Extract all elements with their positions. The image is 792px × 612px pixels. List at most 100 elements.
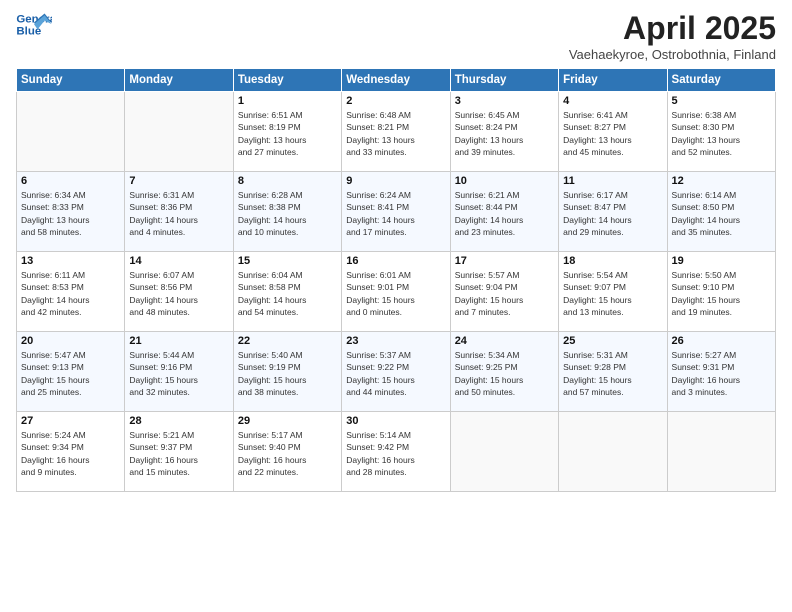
day-info: Sunrise: 5:57 AMSunset: 9:04 PMDaylight:… [455,269,554,318]
calendar-cell: 13 Sunrise: 6:11 AMSunset: 8:53 PMDayligh… [17,252,125,332]
day-info: Sunrise: 6:38 AMSunset: 8:30 PMDaylight:… [672,109,771,158]
day-info: Sunrise: 5:44 AMSunset: 9:16 PMDaylight:… [129,349,228,398]
weekday-header-friday: Friday [559,69,667,92]
day-info: Sunrise: 5:24 AMSunset: 9:34 PMDaylight:… [21,429,120,478]
day-number: 2 [346,95,445,107]
day-info: Sunrise: 6:34 AMSunset: 8:33 PMDaylight:… [21,189,120,238]
day-info: Sunrise: 5:14 AMSunset: 9:42 PMDaylight:… [346,429,445,478]
calendar-cell: 27Sunrise: 5:24 AMSunset: 9:34 PMDayligh… [17,412,125,492]
day-info: Sunrise: 6:45 AMSunset: 8:24 PMDaylight:… [455,109,554,158]
day-number: 3 [455,95,554,107]
calendar-cell: 12 Sunrise: 6:14 AMSunset: 8:50 PMDayligh… [667,172,775,252]
day-info: Sunrise: 6:48 AMSunset: 8:21 PMDaylight:… [346,109,445,158]
day-info: Sunrise: 6:04 AMSunset: 8:58 PMDaylight:… [238,269,337,318]
day-number: 4 [563,95,662,107]
day-number: 12 [672,175,771,187]
day-number: 25 [563,335,662,347]
day-number: 7 [129,175,228,187]
calendar-cell: 3 Sunrise: 6:45 AMSunset: 8:24 PMDaylight… [450,92,558,172]
calendar-cell: 25 Sunrise: 5:31 AMSunset: 9:28 PMDayligh… [559,332,667,412]
day-info: Sunrise: 6:07 AMSunset: 8:56 PMDaylight:… [129,269,228,318]
day-number: 18 [563,255,662,267]
day-info: Sunrise: 6:11 AMSunset: 8:53 PMDaylight:… [21,269,120,318]
day-number: 6 [21,175,120,187]
calendar-cell: 9Sunrise: 6:24 AMSunset: 8:41 PMDaylight… [342,172,450,252]
day-info: Sunrise: 6:21 AMSunset: 8:44 PMDaylight:… [455,189,554,238]
calendar-week-row: 1 Sunrise: 6:51 AMSunset: 8:19 PMDaylight… [17,92,776,172]
day-number: 9 [346,175,445,187]
calendar-header: SundayMondayTuesdayWednesdayThursdayFrid… [17,69,776,92]
calendar-cell: 22 Sunrise: 5:40 AMSunset: 9:19 PMDayligh… [233,332,341,412]
calendar-cell: 24 Sunrise: 5:34 AMSunset: 9:25 PMDayligh… [450,332,558,412]
logo-icon: General Blue [16,10,52,40]
day-info: Sunrise: 5:37 AMSunset: 9:22 PMDaylight:… [346,349,445,398]
calendar-cell: 1 Sunrise: 6:51 AMSunset: 8:19 PMDaylight… [233,92,341,172]
calendar-cell: 7Sunrise: 6:31 AMSunset: 8:36 PMDaylight… [125,172,233,252]
day-number: 1 [238,95,337,107]
calendar-cell: 16 Sunrise: 6:01 AMSunset: 9:01 PMDayligh… [342,252,450,332]
day-number: 28 [129,415,228,427]
day-info: Sunrise: 5:54 AMSunset: 9:07 PMDaylight:… [563,269,662,318]
calendar-week-row: 20 Sunrise: 5:47 AMSunset: 9:13 PMDayligh… [17,332,776,412]
day-number: 5 [672,95,771,107]
calendar-cell: 26 Sunrise: 5:27 AMSunset: 9:31 PMDayligh… [667,332,775,412]
day-info: Sunrise: 5:31 AMSunset: 9:28 PMDaylight:… [563,349,662,398]
day-info: Sunrise: 6:28 AMSunset: 8:38 PMDaylight:… [238,189,337,238]
calendar-cell: 30 Sunrise: 5:14 AMSunset: 9:42 PMDayligh… [342,412,450,492]
calendar-cell: 21 Sunrise: 5:44 AMSunset: 9:16 PMDayligh… [125,332,233,412]
calendar-week-row: 27Sunrise: 5:24 AMSunset: 9:34 PMDayligh… [17,412,776,492]
day-info: Sunrise: 5:40 AMSunset: 9:19 PMDaylight:… [238,349,337,398]
calendar-body: 1 Sunrise: 6:51 AMSunset: 8:19 PMDaylight… [17,92,776,492]
day-number: 26 [672,335,771,347]
day-number: 15 [238,255,337,267]
day-info: Sunrise: 5:50 AMSunset: 9:10 PMDaylight:… [672,269,771,318]
calendar-cell: 19 Sunrise: 5:50 AMSunset: 9:10 PMDayligh… [667,252,775,332]
day-info: Sunrise: 5:47 AMSunset: 9:13 PMDaylight:… [21,349,120,398]
header: General Blue April 2025 Vaehaekyroe, Ost… [16,10,776,62]
day-number: 19 [672,255,771,267]
day-info: Sunrise: 5:34 AMSunset: 9:25 PMDaylight:… [455,349,554,398]
calendar-cell: 2 Sunrise: 6:48 AMSunset: 8:21 PMDaylight… [342,92,450,172]
day-number: 23 [346,335,445,347]
calendar-cell [17,92,125,172]
calendar-cell: 4Sunrise: 6:41 AMSunset: 8:27 PMDaylight… [559,92,667,172]
day-number: 17 [455,255,554,267]
calendar-cell: 29 Sunrise: 5:17 AMSunset: 9:40 PMDayligh… [233,412,341,492]
day-number: 8 [238,175,337,187]
calendar-cell: 14Sunrise: 6:07 AMSunset: 8:56 PMDayligh… [125,252,233,332]
logo: General Blue [16,10,52,40]
weekday-header-tuesday: Tuesday [233,69,341,92]
calendar-cell: 17 Sunrise: 5:57 AMSunset: 9:04 PMDayligh… [450,252,558,332]
day-number: 16 [346,255,445,267]
day-info: Sunrise: 5:27 AMSunset: 9:31 PMDaylight:… [672,349,771,398]
weekday-header-saturday: Saturday [667,69,775,92]
day-info: Sunrise: 5:17 AMSunset: 9:40 PMDaylight:… [238,429,337,478]
page: General Blue April 2025 Vaehaekyroe, Ost… [0,0,792,612]
calendar-cell: 23 Sunrise: 5:37 AMSunset: 9:22 PMDayligh… [342,332,450,412]
calendar-cell: 18 Sunrise: 5:54 AMSunset: 9:07 PMDayligh… [559,252,667,332]
day-info: Sunrise: 6:01 AMSunset: 9:01 PMDaylight:… [346,269,445,318]
calendar-week-row: 13 Sunrise: 6:11 AMSunset: 8:53 PMDayligh… [17,252,776,332]
day-number: 11 [563,175,662,187]
day-number: 22 [238,335,337,347]
day-number: 29 [238,415,337,427]
calendar-cell: 15 Sunrise: 6:04 AMSunset: 8:58 PMDayligh… [233,252,341,332]
weekday-header-sunday: Sunday [17,69,125,92]
calendar-cell: 8 Sunrise: 6:28 AMSunset: 8:38 PMDaylight… [233,172,341,252]
calendar-cell [450,412,558,492]
calendar-cell: 5 Sunrise: 6:38 AMSunset: 8:30 PMDaylight… [667,92,775,172]
day-info: Sunrise: 6:51 AMSunset: 8:19 PMDaylight:… [238,109,337,158]
weekday-header-thursday: Thursday [450,69,558,92]
day-number: 13 [21,255,120,267]
calendar-cell [559,412,667,492]
weekday-header-wednesday: Wednesday [342,69,450,92]
day-number: 24 [455,335,554,347]
calendar-cell [667,412,775,492]
day-info: Sunrise: 6:14 AMSunset: 8:50 PMDaylight:… [672,189,771,238]
main-title: April 2025 [569,10,776,47]
calendar-cell: 28Sunrise: 5:21 AMSunset: 9:37 PMDayligh… [125,412,233,492]
day-number: 30 [346,415,445,427]
day-number: 20 [21,335,120,347]
day-number: 21 [129,335,228,347]
calendar-cell: 11Sunrise: 6:17 AMSunset: 8:47 PMDayligh… [559,172,667,252]
